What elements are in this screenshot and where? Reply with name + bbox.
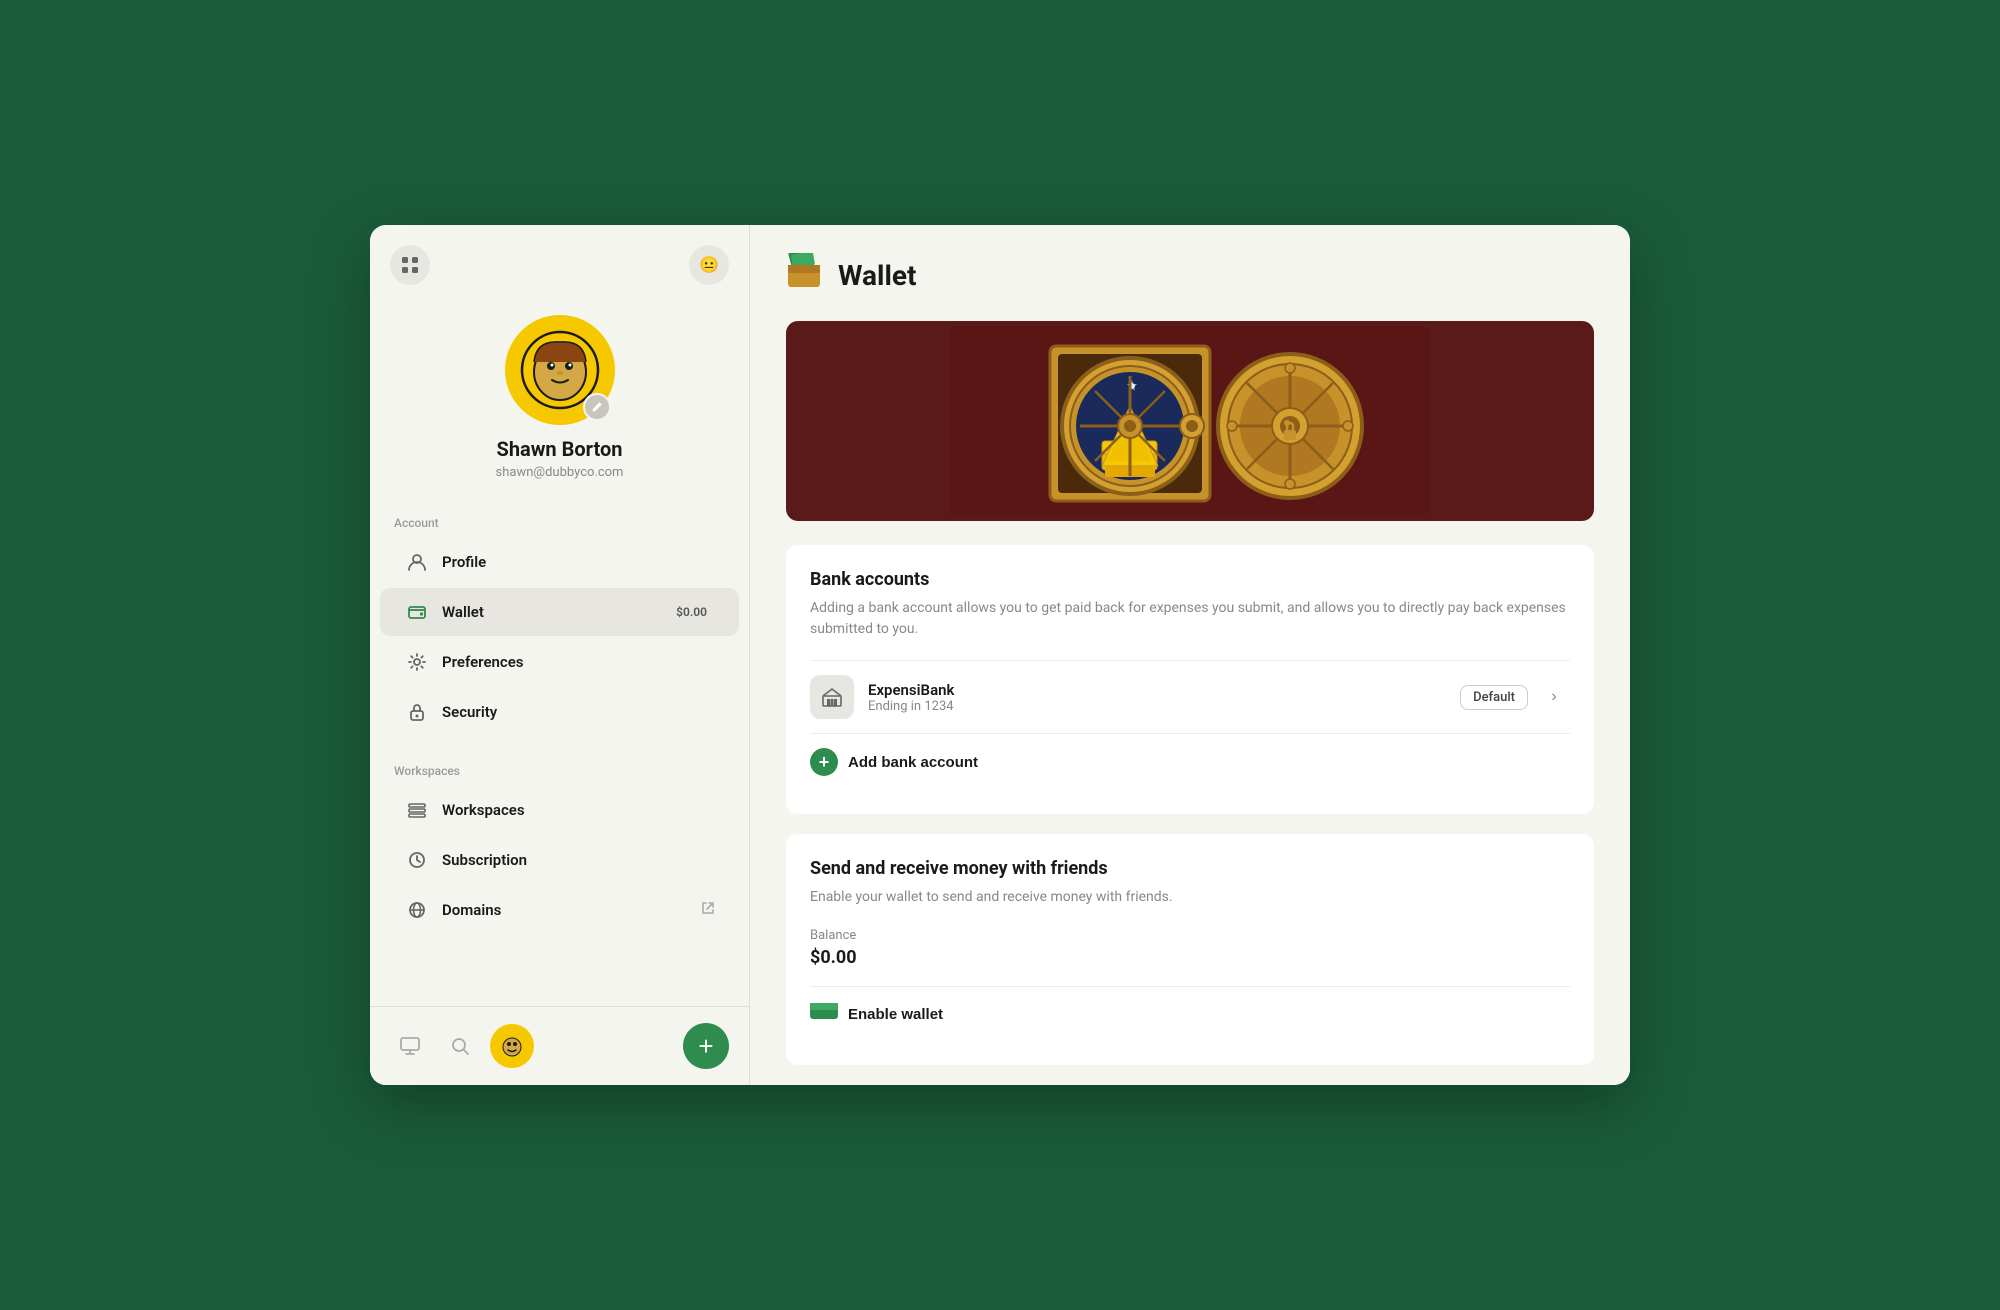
wallet-header-icon <box>786 253 826 297</box>
wallet-nav-icon <box>404 599 430 625</box>
monitor-icon-button[interactable] <box>390 1026 430 1066</box>
workspaces-section-label: Workspaces <box>370 758 749 784</box>
app-window: 😐 <box>370 225 1630 1085</box>
sidebar-item-preferences[interactable]: Preferences <box>380 638 739 686</box>
avatar-edit-button[interactable] <box>583 393 611 421</box>
security-label: Security <box>442 703 715 721</box>
bank-info: ExpensiBank Ending in 1234 <box>868 681 1460 714</box>
page-header: Wallet <box>786 253 1594 297</box>
grid-icon-button[interactable] <box>390 245 430 285</box>
workspaces-icon <box>404 797 430 823</box>
bank-accounts-card: Bank accounts Adding a bank account allo… <box>786 545 1594 814</box>
main-content: Wallet <box>750 225 1630 1085</box>
bank-actions: Default › <box>1460 681 1570 713</box>
vault-illustration <box>786 321 1594 521</box>
workspaces-label: Workspaces <box>442 801 715 819</box>
add-bank-icon: + <box>810 748 838 776</box>
account-nav-section: Account Profile <box>370 500 749 748</box>
domains-icon <box>404 897 430 923</box>
profile-icon <box>404 549 430 575</box>
send-receive-title: Send and receive money with friends <box>810 858 1570 879</box>
search-icon-button[interactable] <box>440 1026 480 1066</box>
send-receive-description: Enable your wallet to send and receive m… <box>810 887 1570 908</box>
sidebar-top-bar: 😐 <box>370 245 749 305</box>
sidebar-item-profile[interactable]: Profile <box>380 538 739 586</box>
send-receive-card: Send and receive money with friends Enab… <box>786 834 1594 1065</box>
subscription-label: Subscription <box>442 851 715 869</box>
bank-ending: Ending in 1234 <box>868 699 1460 714</box>
preferences-icon <box>404 649 430 675</box>
sidebar-item-security[interactable]: Security <box>380 688 739 736</box>
avatar-wrapper: ✦ ✦ <box>505 315 615 425</box>
balance-label: Balance <box>810 928 1570 943</box>
workspaces-nav-section: Workspaces Workspaces <box>370 748 749 946</box>
subscription-icon <box>404 847 430 873</box>
emoji-icon: 😐 <box>699 255 719 275</box>
enable-wallet-icon <box>810 1001 838 1027</box>
sidebar-item-wallet[interactable]: Wallet $0.00 <box>380 588 739 636</box>
user-name: Shawn Borton <box>497 437 623 461</box>
sidebar: 😐 <box>370 225 750 1085</box>
default-badge: Default <box>1460 685 1528 710</box>
bank-name: ExpensiBank <box>868 681 1460 699</box>
sidebar-bottom: + <box>370 1006 749 1085</box>
emoji-icon-button[interactable]: 😐 <box>689 245 729 285</box>
domains-label: Domains <box>442 901 701 919</box>
balance-amount: $0.00 <box>810 947 1570 968</box>
user-email: shawn@dubbyco.com <box>496 465 624 480</box>
sidebar-item-domains[interactable]: Domains <box>380 886 739 934</box>
bank-accounts-title: Bank accounts <box>810 569 1570 590</box>
profile-label: Profile <box>442 553 715 571</box>
bank-chevron-button[interactable]: › <box>1538 681 1570 713</box>
bank-item: ExpensiBank Ending in 1234 Default › <box>810 660 1570 733</box>
security-icon <box>404 699 430 725</box>
wallet-banner <box>786 321 1594 521</box>
add-button[interactable]: + <box>683 1023 729 1069</box>
domains-external-icon <box>701 901 715 919</box>
account-section-label: Account <box>370 510 749 536</box>
enable-wallet-label: Enable wallet <box>848 1006 943 1023</box>
user-avatar-button[interactable] <box>490 1024 534 1068</box>
bank-accounts-description: Adding a bank account allows you to get … <box>810 598 1570 640</box>
enable-wallet-button[interactable]: Enable wallet <box>810 986 1570 1041</box>
sidebar-item-workspaces[interactable]: Workspaces <box>380 786 739 834</box>
add-bank-account-button[interactable]: + Add bank account <box>810 733 1570 790</box>
avatar-section: ✦ ✦ Shawn Borton shawn@dubbyco.com <box>370 305 749 500</box>
wallet-balance-badge: $0.00 <box>668 603 715 621</box>
add-bank-label: Add bank account <box>848 754 978 771</box>
sidebar-item-subscription[interactable]: Subscription <box>380 836 739 884</box>
wallet-label: Wallet <box>442 603 668 621</box>
preferences-label: Preferences <box>442 653 715 671</box>
bank-icon <box>810 675 854 719</box>
page-title: Wallet <box>838 259 916 292</box>
